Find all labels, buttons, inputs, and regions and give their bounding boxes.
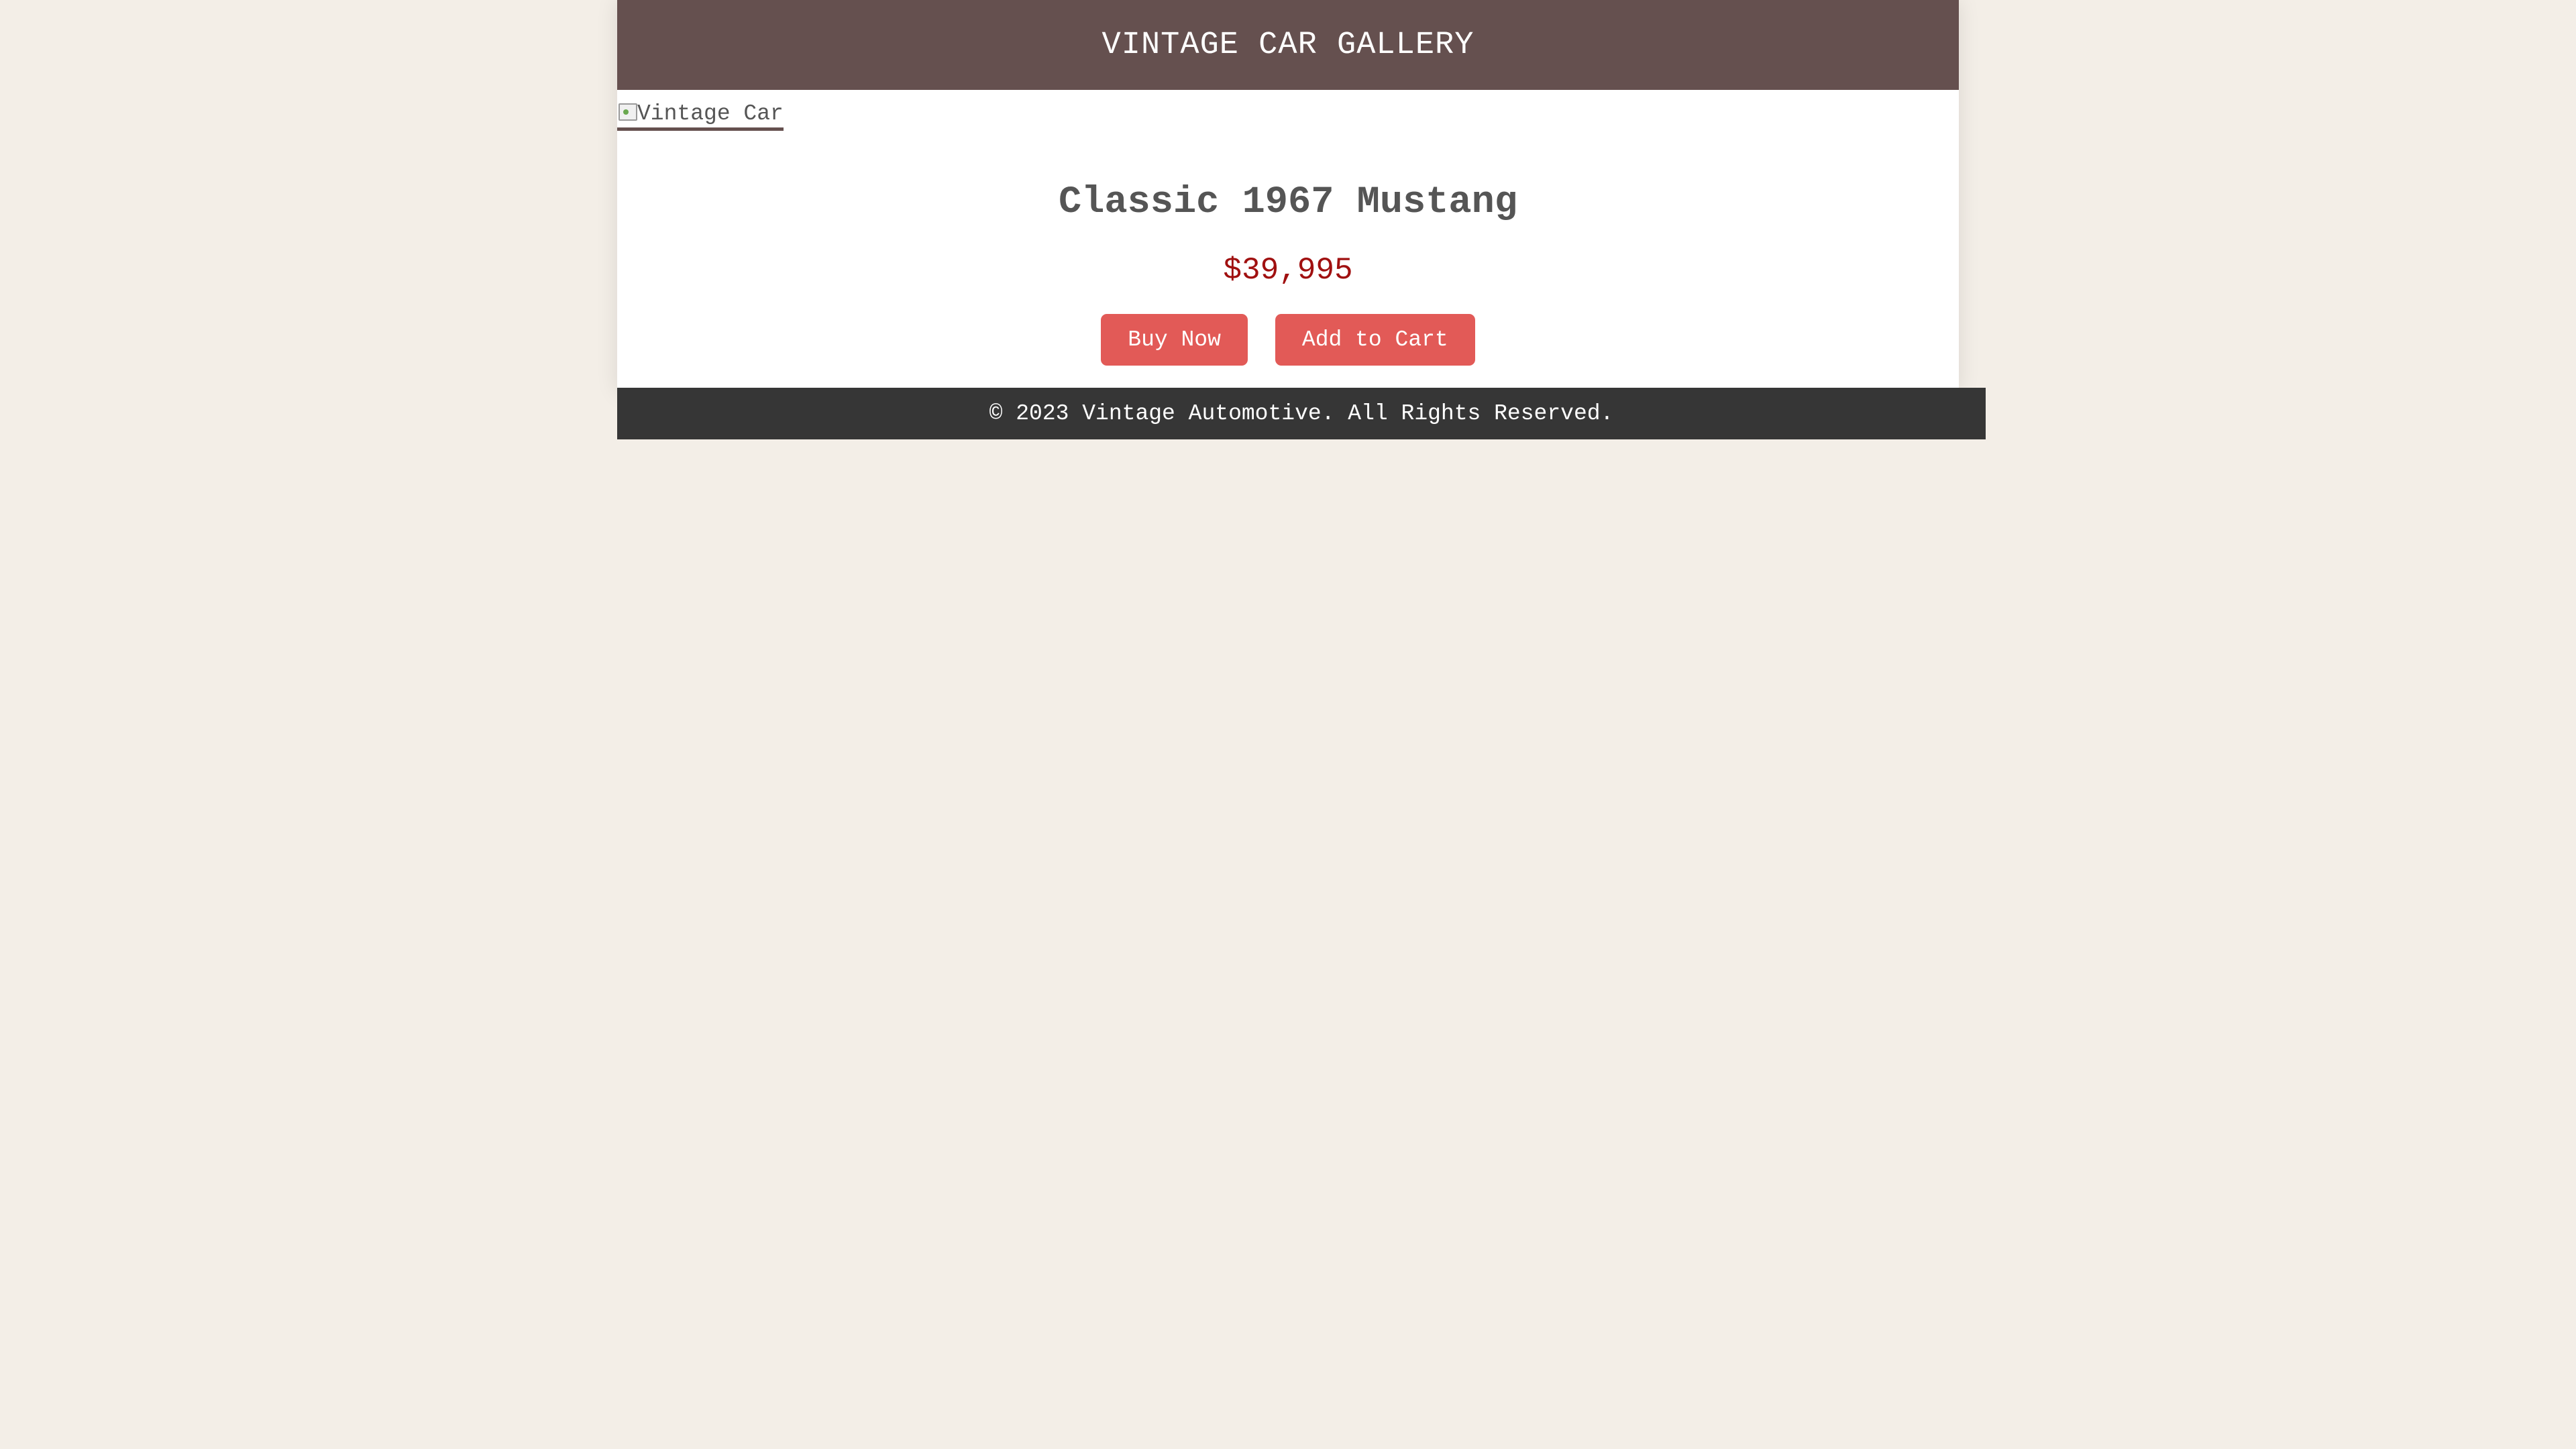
- footer-copyright: © 2023 Vintage Automotive. All Rights Re…: [989, 401, 1614, 426]
- product-actions: Buy Now Add to Cart: [617, 314, 1959, 366]
- product-card: VINTAGE CAR GALLERY Vintage Car Classic …: [617, 0, 1959, 392]
- site-title: VINTAGE CAR GALLERY: [1102, 27, 1474, 63]
- broken-image-icon: [617, 101, 637, 121]
- product-price: $39,995: [1223, 253, 1353, 288]
- add-to-cart-button[interactable]: Add to Cart: [1275, 314, 1475, 366]
- site-footer: © 2023 Vintage Automotive. All Rights Re…: [617, 388, 1986, 439]
- product-image: Vintage Car: [617, 90, 784, 131]
- product-title: Classic 1967 Mustang: [1058, 181, 1518, 224]
- site-header: VINTAGE CAR GALLERY: [617, 0, 1959, 90]
- product-details: Classic 1967 Mustang $39,995 Buy Now Add…: [617, 131, 1959, 392]
- buy-now-button[interactable]: Buy Now: [1101, 314, 1248, 366]
- product-image-alt-text: Vintage Car: [637, 101, 784, 126]
